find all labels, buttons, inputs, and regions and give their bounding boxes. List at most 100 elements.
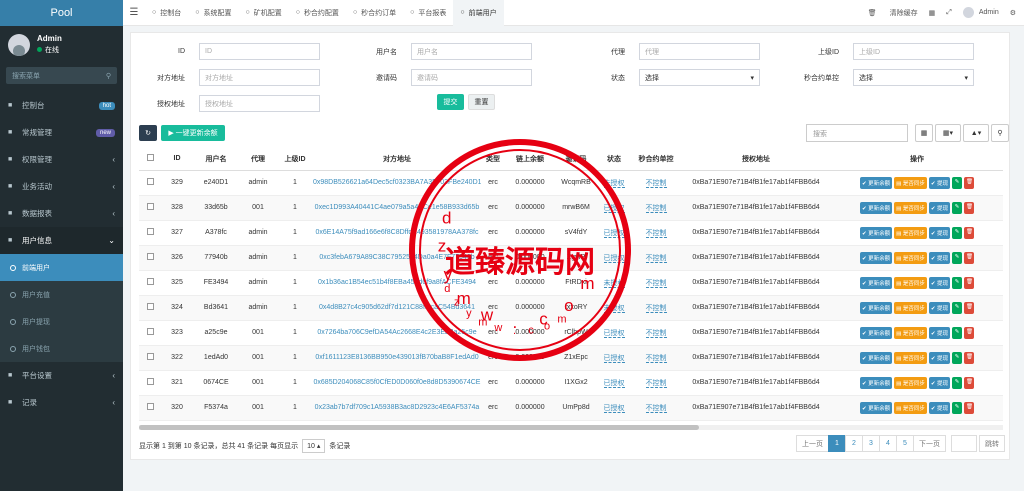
status-toggle[interactable]: 未授权 xyxy=(603,304,625,313)
sidebar-item-1[interactable]: ■ 常规管理 new xyxy=(0,119,123,146)
edit-icon[interactable]: ✎ xyxy=(952,401,963,414)
status-toggle[interactable]: 已授权 xyxy=(603,204,625,213)
page-button[interactable]: 2 xyxy=(845,435,863,452)
translate-icon[interactable]: ▦ xyxy=(929,9,936,17)
table-row[interactable]: 327 A378fc admin 1 0x6E14A75f9ad166e6f8C8Dff… xyxy=(139,220,1003,246)
horizontal-scrollbar[interactable] xyxy=(139,425,1003,430)
sidebar-subitem-0[interactable]: 前端用户 xyxy=(0,254,123,281)
sync-button[interactable]: ▤ 是否同步 xyxy=(894,251,927,264)
update-balance-button[interactable]: ✔ 更新余额 xyxy=(859,276,893,289)
next-page-button[interactable]: 下一页 xyxy=(913,435,946,452)
edit-icon[interactable]: ✎ xyxy=(952,376,963,389)
sidebar-item-0[interactable]: ■ 控制台 hot xyxy=(0,92,123,119)
fullscreen-icon[interactable]: ⤢ xyxy=(946,9,952,17)
sidebar-subitem-2[interactable]: 用户提现 xyxy=(0,308,123,335)
contract-control-toggle[interactable]: 不控制 xyxy=(645,254,667,263)
tab-3[interactable]: ○ 秒合约配置 xyxy=(289,0,346,26)
filter-input[interactable]: 邀请码 xyxy=(411,69,532,86)
page-button[interactable]: 3 xyxy=(862,435,880,452)
update-balance-button[interactable]: ✔ 更新余额 xyxy=(859,251,893,264)
prev-page-button[interactable]: 上一页 xyxy=(796,435,829,452)
edit-icon[interactable]: ✎ xyxy=(952,176,963,189)
table-row[interactable]: 325 FE3494 admin 1 0x1b36ac1B54ec51b4f8EBa45… xyxy=(139,270,1003,296)
status-toggle[interactable]: 已授权 xyxy=(603,354,625,363)
edit-icon[interactable]: ✎ xyxy=(952,201,963,214)
tab-1[interactable]: ○ 系统配置 xyxy=(188,0,238,26)
contract-control-toggle[interactable]: 不控制 xyxy=(645,404,667,413)
update-balance-button[interactable]: ✔ 更新余额 xyxy=(859,376,893,389)
status-toggle[interactable]: 已授权 xyxy=(603,329,625,338)
address-link[interactable]: 0x1b36ac1B54ec51b4f8EBa454d6f9a8fACFE349… xyxy=(318,279,476,286)
status-toggle[interactable]: 未授权 xyxy=(603,279,625,288)
filter-input[interactable]: 对方地址 xyxy=(199,69,320,86)
sync-button[interactable]: ▤ 是否同步 xyxy=(894,376,927,389)
withdraw-button[interactable]: ✔ 提现 xyxy=(928,326,951,339)
table-row[interactable]: 323 a25c9e 001 1 0x7264ba706C9efDA54Ac2668E4… xyxy=(139,320,1003,346)
sidebar-item-3[interactable]: ■ 业务活动 ‹ xyxy=(0,173,123,200)
sidebar-item-4[interactable]: ■ 数据报表 ‹ xyxy=(0,200,123,227)
status-toggle[interactable]: 已授权 xyxy=(603,254,625,263)
sync-button[interactable]: ▤ 是否同步 xyxy=(894,176,927,189)
filter-select[interactable]: 选择 ▾ xyxy=(853,69,974,86)
delete-icon[interactable]: 🗑 xyxy=(964,351,975,364)
row-checkbox[interactable] xyxy=(146,228,154,235)
update-balance-button[interactable]: ✔ 更新余额 xyxy=(859,401,893,414)
withdraw-button[interactable]: ✔ 提现 xyxy=(928,176,951,189)
withdraw-button[interactable]: ✔ 提现 xyxy=(928,376,951,389)
withdraw-button[interactable]: ✔ 提现 xyxy=(928,401,951,414)
page-button[interactable]: 1 xyxy=(828,435,846,452)
status-toggle[interactable]: 已授权 xyxy=(603,379,625,388)
table-row[interactable]: 328 33d65b 001 1 0xec1D993A40441C4ae079a5a4B… xyxy=(139,195,1003,221)
tab-6[interactable]: ○ 前端用户 xyxy=(453,0,504,26)
sidebar-subitem-3[interactable]: 用户钱包 xyxy=(0,335,123,362)
grid-toggle-button[interactable]: ▦▾ xyxy=(935,124,961,142)
table-row[interactable]: 329 e240D1 admin 1 0x98DB526621a64Dec5cf0323… xyxy=(139,170,1003,196)
contract-control-toggle[interactable]: 不控制 xyxy=(645,229,667,238)
delete-icon[interactable]: 🗑 xyxy=(964,326,975,339)
row-checkbox[interactable] xyxy=(146,303,154,310)
row-checkbox[interactable] xyxy=(146,403,154,410)
delete-icon[interactable]: 🗑 xyxy=(964,376,975,389)
table-row[interactable]: 326 77940b admin 1 0xc3febA679A89C38C7952594… xyxy=(139,245,1003,271)
sidebar-subitem-1[interactable]: 用户充值 xyxy=(0,281,123,308)
update-balance-button[interactable]: ✔ 更新余额 xyxy=(859,176,893,189)
contract-control-toggle[interactable]: 不控制 xyxy=(645,279,667,288)
filter-input[interactable]: 上级ID xyxy=(853,43,974,60)
delete-icon[interactable]: 🗑 xyxy=(964,176,975,189)
update-balance-button[interactable]: ✔ 更新余额 xyxy=(859,351,893,364)
withdraw-button[interactable]: ✔ 提现 xyxy=(928,201,951,214)
page-button[interactable]: 5 xyxy=(896,435,914,452)
address-link[interactable]: 0x23ab7b7df709c1A5938B3ac8D2923c4E6AF537… xyxy=(315,404,480,411)
sidebar-bottom-item-0[interactable]: ■ 平台设置 ‹ xyxy=(0,362,123,389)
columns-toggle-button[interactable]: ▦ xyxy=(915,124,933,142)
edit-icon[interactable]: ✎ xyxy=(952,301,963,314)
page-size-select[interactable]: 10 ▴ xyxy=(302,439,326,453)
withdraw-button[interactable]: ✔ 提现 xyxy=(928,276,951,289)
export-button[interactable]: ▲▾ xyxy=(963,124,989,142)
update-balance-button[interactable]: ✔ 更新余额 xyxy=(859,226,893,239)
address-link[interactable]: 0x4d8B27c4c905d62df7d121C88ffecaC54Bd364… xyxy=(319,304,475,311)
row-checkbox[interactable] xyxy=(146,203,154,210)
update-balance-button[interactable]: ✔ 更新余额 xyxy=(859,326,893,339)
sidebar-item-5[interactable]: ■ 用户信息 ⌄ xyxy=(0,227,123,254)
row-checkbox[interactable] xyxy=(146,378,154,385)
address-link[interactable]: 0xec1D993A40441C4ae079a5a4BCe1e58B933d65… xyxy=(315,204,480,211)
jump-button[interactable]: 跳转 xyxy=(979,435,1005,452)
avatar[interactable] xyxy=(962,7,974,18)
table-row[interactable]: 320 F5374a 001 1 0x23ab7b7df709c1A5938B3ac8D… xyxy=(139,395,1003,421)
withdraw-button[interactable]: ✔ 提现 xyxy=(928,226,951,239)
filter-input[interactable]: 用户名 xyxy=(411,43,532,60)
row-checkbox[interactable] xyxy=(146,253,154,260)
edit-icon[interactable]: ✎ xyxy=(952,351,963,364)
delete-icon[interactable]: 🗑 xyxy=(964,276,975,289)
tab-4[interactable]: ○ 秒合约订单 xyxy=(346,0,403,26)
update-all-balance-button[interactable]: ▶ 一键更新余额 xyxy=(161,125,225,141)
withdraw-button[interactable]: ✔ 提现 xyxy=(928,351,951,364)
contract-control-toggle[interactable]: 不控制 xyxy=(645,204,667,213)
menu-search-input[interactable]: 搜索菜单 ⚲ xyxy=(6,67,117,84)
reset-button[interactable]: 重置 xyxy=(468,94,495,110)
sidebar-bottom-item-1[interactable]: ■ 记录 ‹ xyxy=(0,389,123,416)
table-search-input[interactable]: 搜索 xyxy=(806,124,908,142)
row-checkbox[interactable] xyxy=(146,278,154,285)
tab-2[interactable]: ○ 矿机配置 xyxy=(238,0,288,26)
